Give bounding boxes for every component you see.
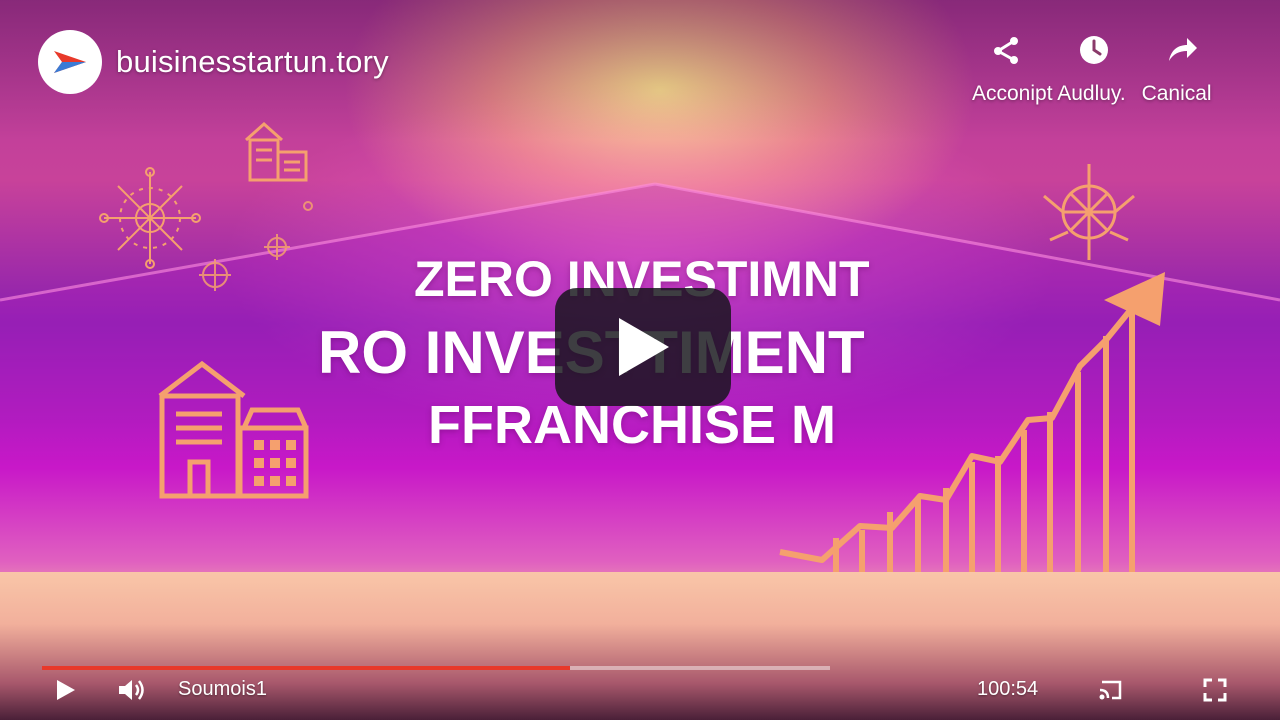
volume-icon: [119, 680, 144, 700]
volume-button[interactable]: [116, 674, 148, 706]
small-buildings-icon: [245, 121, 308, 182]
volume-label: Soumois1: [178, 678, 267, 700]
top-label-account[interactable]: Acconipt Audluy.: [972, 82, 1126, 105]
clock-icon[interactable]: [1076, 32, 1112, 68]
time-display: 100:54: [977, 678, 1039, 700]
play-icon: [619, 318, 669, 376]
cast-button[interactable]: [1096, 674, 1126, 706]
play-button[interactable]: [52, 674, 80, 706]
progress-bar[interactable]: [42, 666, 830, 670]
top-action-labels: Acconipt Audluy. Canical: [972, 82, 1212, 106]
video-player[interactable]: buisinesstartun.tory Acconipt Audluy. Ca…: [0, 0, 1280, 720]
cast-icon: [1099, 680, 1122, 700]
share-icon[interactable]: [988, 32, 1024, 68]
network-node-icon: [99, 167, 201, 269]
big-play-button[interactable]: [555, 288, 731, 406]
play-icon: [57, 680, 75, 700]
wheel-node-icon: [1043, 164, 1135, 260]
channel-name[interactable]: buisinesstartun.tory: [116, 44, 389, 80]
forward-arrow-icon[interactable]: [1164, 32, 1200, 68]
top-actions: Acconipt Audluy. Canical: [972, 30, 1250, 110]
buildings-windows: [254, 440, 296, 486]
arrow-logo-icon: [54, 51, 86, 73]
fullscreen-icon: [1203, 678, 1227, 702]
fullscreen-button[interactable]: [1200, 674, 1230, 706]
channel-header[interactable]: buisinesstartun.tory: [38, 30, 389, 94]
channel-logo[interactable]: [38, 30, 102, 94]
progress-bar-fill: [42, 666, 570, 670]
top-label-cancel[interactable]: Canical: [1142, 82, 1212, 105]
